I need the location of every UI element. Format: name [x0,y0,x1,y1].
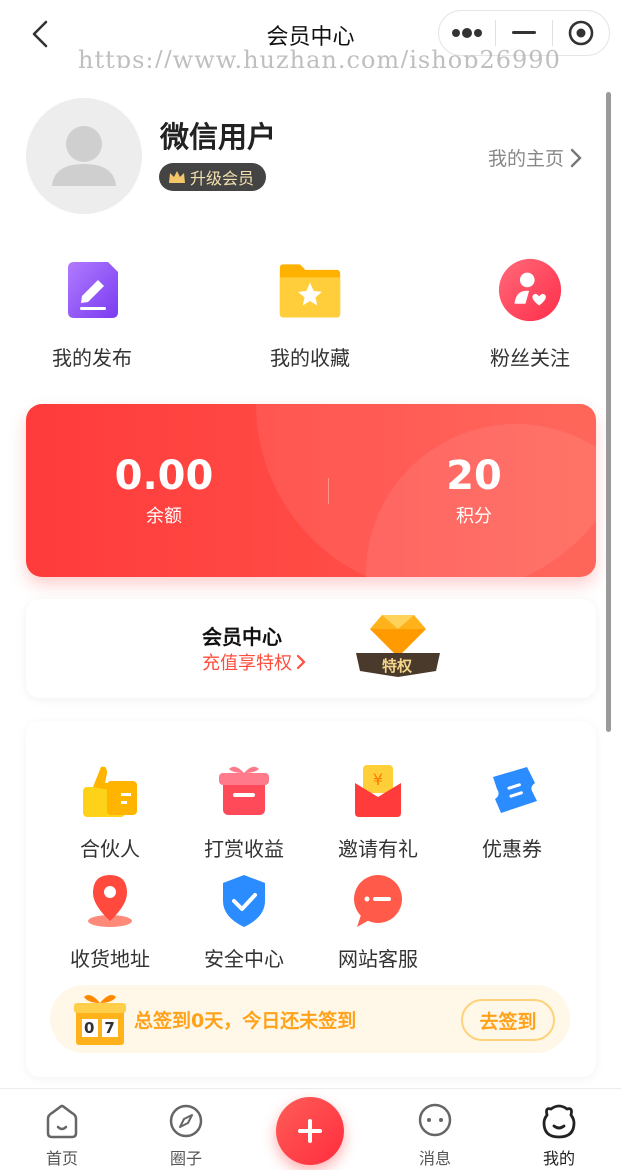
vip-title: 会员中心 [202,625,282,649]
create-post-button[interactable] [276,1097,344,1165]
fans-heart-icon [498,258,562,322]
coupon-icon [493,767,537,813]
signin-bar: 07 总签到0天，今日还未签到 去签到 [50,985,570,1053]
avatar[interactable] [26,98,142,214]
privilege-emblem: 特权 [352,613,444,679]
shield-check-icon [223,875,265,927]
quick-label: 粉丝关注 [490,346,570,370]
edit-doc-icon [68,262,118,318]
default-user-icon [52,126,116,186]
tab-mine[interactable]: 我的 [519,1103,599,1169]
quick-label: 我的收藏 [270,346,350,370]
scrollbar[interactable] [606,92,611,732]
vip-subtitle: 充值享特权 [202,653,292,674]
tab-home[interactable]: 首页 [22,1103,102,1169]
signin-counter: 07 [84,1019,125,1037]
upgrade-vip-badge[interactable]: 升级会员 [159,163,267,191]
chevron-right-icon [296,654,306,670]
service-label: 网站客服 [338,947,418,971]
points-label: 积分 [456,506,492,527]
tab-label: 消息 [418,1149,451,1168]
my-homepage-link[interactable]: 我的主页 [488,144,582,171]
service-label: 优惠券 [482,837,542,861]
chevron-right-icon [570,148,582,167]
home-icon [46,1104,78,1139]
points-value: 20 [446,453,502,499]
signin-status-text: 总签到0天，今日还未签到 [134,1010,357,1032]
tab-messages[interactable]: 消息 [395,1103,475,1169]
message-icon [418,1103,452,1137]
star-folder-icon [279,264,341,318]
service-customer-support[interactable]: 网站客服 [318,873,438,972]
service-label: 打赏收益 [204,837,284,861]
tab-circle[interactable]: 圈子 [146,1103,226,1169]
service-label: 安全中心 [204,947,284,971]
tab-label: 圈子 [169,1149,202,1168]
minimize-icon [512,31,536,34]
close-miniprogram-button[interactable] [553,11,609,55]
gift-box-icon [219,766,269,815]
username: 微信用户 [160,120,277,154]
nav-header: 会员中心 https://www.huzhan.com/ishop26990 [0,0,621,74]
tab-label: 我的 [542,1149,575,1168]
balance-card: 0.00 余额 20 积分 [26,404,596,577]
balance-points[interactable]: 20 积分 [374,454,574,528]
privilege-label: 特权 [382,657,413,675]
red-envelope-icon: ¥ [355,765,401,817]
service-grid-card: 合伙人 打赏收益 ¥ 邀请有礼 优惠券 收货地址 安全中心 网站客服 07 总签… [26,721,596,1077]
vip-badge-label: 升级会员 [190,169,255,188]
quick-label: 我的发布 [52,346,132,370]
balance-value: 0.00 [114,453,214,499]
service-label: 合伙人 [80,837,140,861]
balance-divider [328,478,329,504]
service-label: 邀请有礼 [338,837,418,861]
crown-icon [169,171,185,183]
service-partner[interactable]: 合伙人 [50,763,170,862]
target-close-icon [568,20,594,46]
service-invite[interactable]: ¥ 邀请有礼 [318,763,438,862]
service-coupon[interactable]: 优惠券 [452,763,572,862]
service-reward[interactable]: 打赏收益 [184,763,304,862]
profile-section: 微信用户 升级会员 我的主页 我的发布 我的收藏 粉丝关注 0.00 余额 20… [0,68,621,1088]
service-address[interactable]: 收货地址 [50,873,170,972]
signin-button[interactable]: 去签到 [461,999,555,1041]
vip-recharge-link[interactable]: 充值享特权 [202,649,306,675]
svg-text:¥: ¥ [373,770,383,789]
thumbs-up-icon [83,766,137,817]
quick-fans-follow[interactable]: 粉丝关注 [450,258,610,371]
quick-my-posts[interactable]: 我的发布 [12,258,172,371]
profile-face-icon [542,1104,576,1139]
plus-icon [298,1119,322,1143]
tab-label: 首页 [45,1149,78,1168]
chat-bubble-icon [354,875,402,927]
more-dots-icon [452,28,482,38]
quick-my-favorites[interactable]: 我的收藏 [230,258,390,371]
location-pin-icon [88,875,132,927]
balance-label: 余额 [146,506,182,527]
homepage-label: 我的主页 [488,148,565,170]
balance-amount[interactable]: 0.00 余额 [64,454,264,528]
compass-icon [169,1104,203,1138]
service-security[interactable]: 安全中心 [184,873,304,972]
service-label: 收货地址 [70,947,150,971]
bottom-tabbar: 首页 圈子 消息 我的 [0,1088,621,1170]
vip-center-card[interactable]: 会员中心 充值享特权 特权 [26,599,596,698]
